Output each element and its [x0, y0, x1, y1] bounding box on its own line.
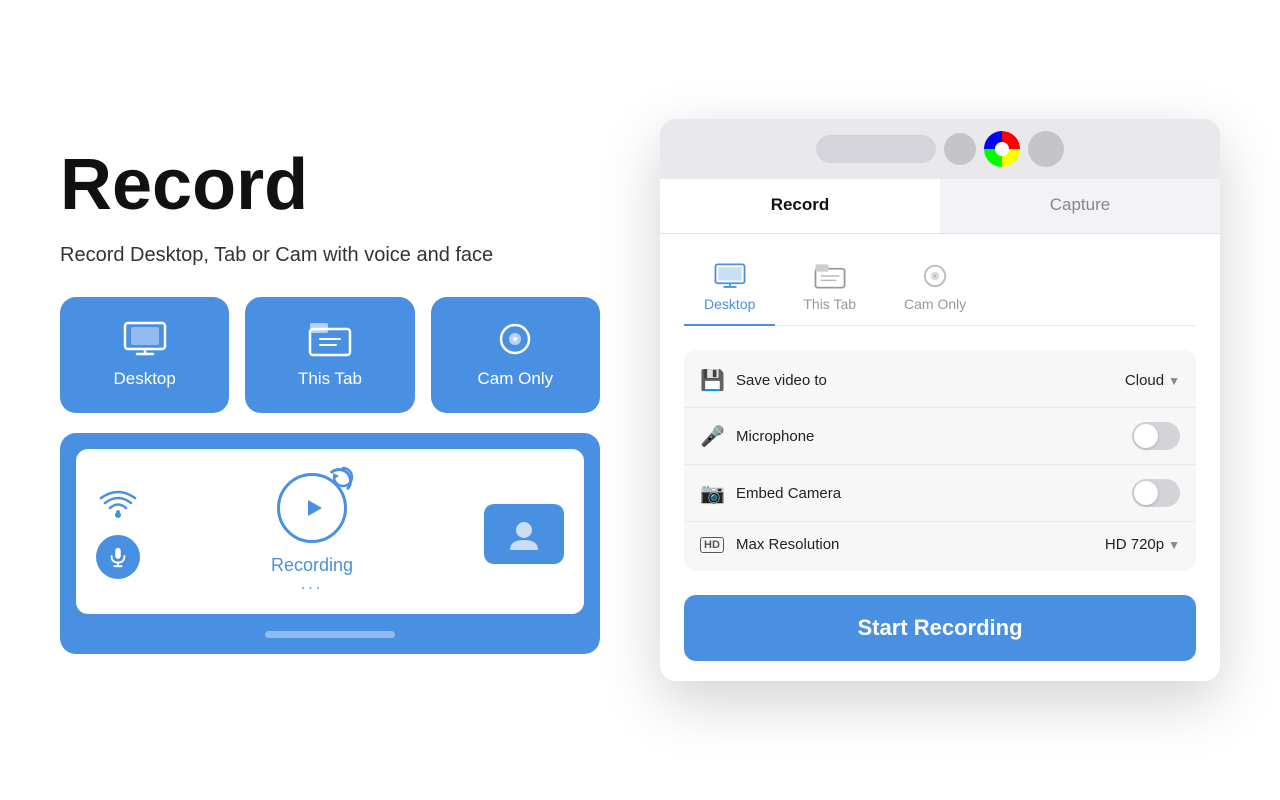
max-resolution-value[interactable]: HD 720p ▼: [1105, 536, 1180, 553]
source-desktop-icon: [714, 262, 746, 290]
wifi-icon: [98, 488, 138, 527]
start-recording-button[interactable]: Start Recording: [684, 595, 1196, 661]
record-circle-icon: [277, 473, 347, 543]
embed-camera-icon: 📷: [700, 481, 724, 506]
source-cam-icon: [919, 262, 951, 290]
source-tab-cam-only[interactable]: Cam Only: [884, 254, 986, 326]
chrome-address-bar: [816, 135, 936, 163]
left-panel: Record Record Desktop, Tab or Cam with v…: [60, 146, 600, 654]
source-tab-this-tab[interactable]: This Tab: [783, 254, 876, 326]
mode-button-this-tab-label: This Tab: [298, 369, 362, 389]
popup-window: Record Capture Desktop: [660, 119, 1220, 681]
settings-card: 💾 Save video to Cloud ▼ 🎤 Microphone 📷: [684, 350, 1196, 571]
source-tab-icon: [814, 262, 846, 290]
tab-record[interactable]: Record: [660, 179, 940, 233]
preview-card: Recording ...: [60, 433, 600, 654]
mode-buttons-row: Desktop This Tab Cam Only: [60, 297, 600, 413]
panel-body: Desktop This Tab: [660, 234, 1220, 681]
recording-dots: ...: [301, 576, 323, 594]
mic-area: [96, 488, 140, 579]
microphone-toggle[interactable]: [1132, 422, 1180, 450]
setting-row-microphone: 🎤 Microphone: [684, 408, 1196, 465]
chrome-button-2: [1028, 131, 1064, 167]
save-video-dropdown-arrow: ▼: [1168, 374, 1180, 388]
max-resolution-label: Max Resolution: [736, 536, 1093, 553]
save-video-icon: 💾: [700, 368, 724, 393]
embed-camera-toggle[interactable]: [1132, 479, 1180, 507]
preview-inner: Recording ...: [76, 449, 584, 614]
cam-icon: [493, 321, 537, 357]
embed-camera-label: Embed Camera: [736, 485, 1120, 502]
tab-capture[interactable]: Capture: [940, 179, 1220, 233]
mode-button-cam-only-label: Cam Only: [478, 369, 554, 389]
source-tab-desktop[interactable]: Desktop: [684, 254, 775, 326]
mode-button-cam-only[interactable]: Cam Only: [431, 297, 600, 413]
mic-circle: [96, 535, 140, 579]
setting-row-embed-camera: 📷 Embed Camera: [684, 465, 1196, 522]
source-tabs: Desktop This Tab: [684, 254, 1196, 326]
cam-thumbnail: [484, 504, 564, 564]
right-panel: Record Capture Desktop: [660, 119, 1220, 681]
tab-icon: [308, 321, 352, 357]
save-video-value[interactable]: Cloud ▼: [1125, 372, 1180, 389]
mode-button-desktop[interactable]: Desktop: [60, 297, 229, 413]
panel-tabs: Record Capture: [660, 179, 1220, 234]
window-chrome: [660, 119, 1220, 179]
mode-button-desktop-label: Desktop: [113, 369, 175, 389]
chrome-button-1: [944, 133, 976, 165]
microphone-icon: 🎤: [700, 424, 724, 449]
monitor-base: [76, 614, 584, 638]
page-subtitle: Record Desktop, Tab or Cam with voice an…: [60, 241, 600, 269]
page-title: Record: [60, 146, 600, 225]
setting-row-save-video: 💾 Save video to Cloud ▼: [684, 354, 1196, 408]
setting-row-max-resolution: HD Max Resolution HD 720p ▼: [684, 522, 1196, 567]
chrome-logo-icon: [984, 131, 1020, 167]
recording-label: Recording: [271, 555, 353, 576]
save-video-label: Save video to: [736, 372, 1113, 389]
mode-button-this-tab[interactable]: This Tab: [245, 297, 414, 413]
record-center: Recording ...: [164, 473, 460, 594]
microphone-label: Microphone: [736, 428, 1120, 445]
desktop-icon: [123, 321, 167, 357]
max-resolution-dropdown-arrow: ▼: [1168, 538, 1180, 552]
max-resolution-icon: HD: [700, 537, 724, 553]
